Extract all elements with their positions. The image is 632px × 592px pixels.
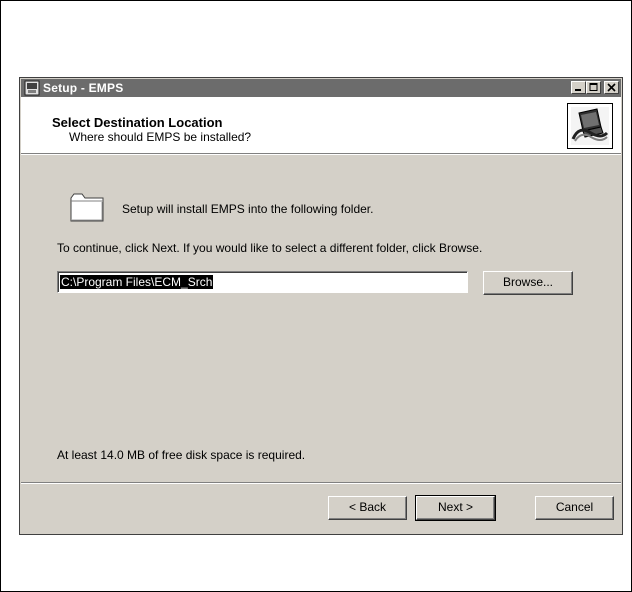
install-info-text: Setup will install EMPS into the followi… [122,202,374,216]
destination-path-value: C:\Program Files\ECM_Srch [60,275,214,289]
browse-button[interactable]: Browse... [483,271,573,295]
page-title: Select Destination Location [52,115,223,130]
continue-instructions: To continue, click Next. If you would li… [57,241,483,255]
folder-icon [70,193,104,222]
wizard-header: Select Destination Location Where should… [21,97,621,153]
window-title: Setup - EMPS [43,81,124,95]
close-icon [607,83,616,92]
minimize-button[interactable] [571,81,586,94]
disk-space-requirement: At least 14.0 MB of free disk space is r… [57,448,306,462]
footer-divider-highlight [21,483,621,484]
installer-computer-icon [567,103,613,149]
header-divider-highlight [21,154,621,155]
close-button[interactable] [604,81,619,94]
setup-window: Setup - EMPS Select Destination Location… [19,77,623,535]
page-subtitle: Where should EMPS be installed? [69,130,252,144]
title-bar[interactable]: Setup - EMPS [21,79,621,97]
maximize-icon [589,83,598,91]
maximize-button[interactable] [586,81,601,94]
setup-app-icon [24,80,40,96]
minimize-icon [575,89,581,91]
destination-path-input[interactable]: C:\Program Files\ECM_Srch [57,271,468,293]
cancel-button[interactable]: Cancel [535,496,614,520]
back-button[interactable]: < Back [328,496,407,520]
next-button[interactable]: Next > [415,495,496,521]
